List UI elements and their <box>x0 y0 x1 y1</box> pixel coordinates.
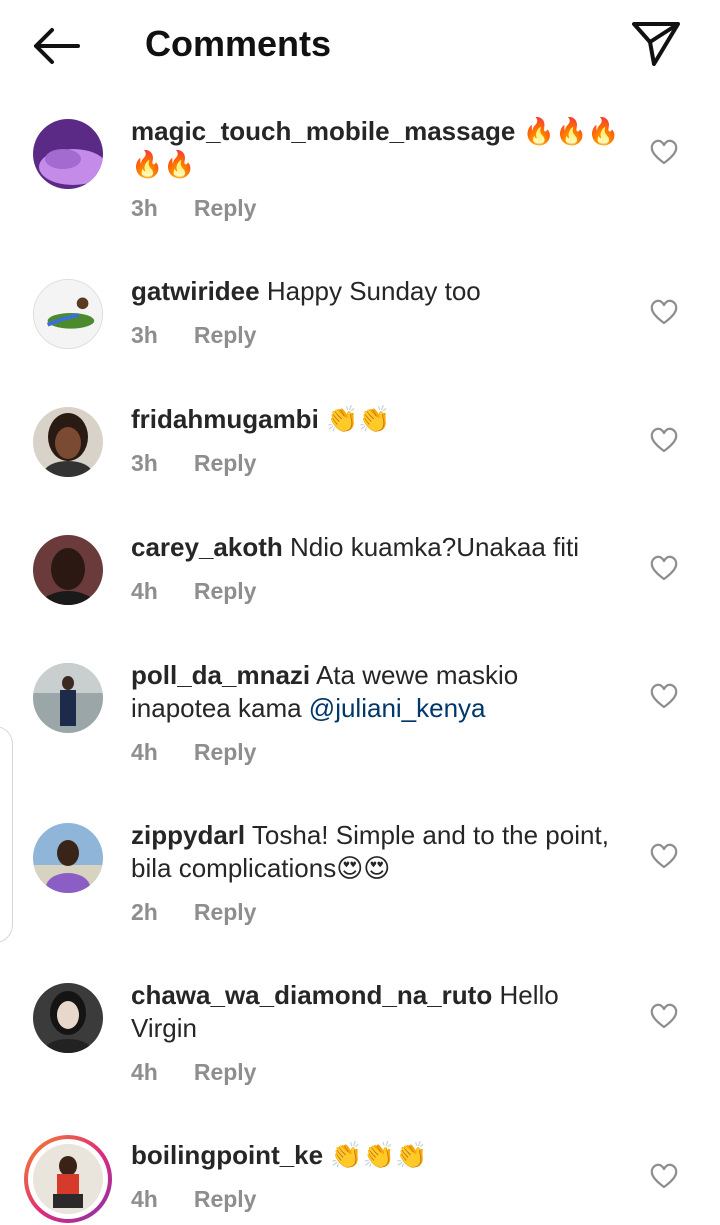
comment-time: 4h <box>131 1186 158 1212</box>
comment-text: 👏👏 <box>326 404 391 434</box>
comment-text: Ndio kuamka?Unakaa fiti <box>290 532 580 562</box>
avatar[interactable] <box>33 663 103 733</box>
comment-time: 3h <box>131 322 158 348</box>
reply-button[interactable]: Reply <box>194 899 257 925</box>
reply-button[interactable]: Reply <box>194 450 257 476</box>
comment-time: 3h <box>131 450 158 476</box>
reply-button[interactable]: Reply <box>194 739 257 765</box>
reply-button[interactable]: Reply <box>194 195 257 221</box>
share-button[interactable] <box>628 18 684 70</box>
arrow-left-icon <box>34 28 80 64</box>
avatar[interactable] <box>33 983 103 1053</box>
edge-panel-handle[interactable] <box>0 726 13 943</box>
comment-username[interactable]: carey_akoth <box>131 532 283 562</box>
comment-time: 4h <box>131 739 158 765</box>
avatar-story-ring[interactable] <box>24 1135 112 1223</box>
avatar[interactable] <box>33 119 103 189</box>
comment-username[interactable]: magic_touch_mobile_massage <box>131 116 515 146</box>
comment-username[interactable]: zippydarl <box>131 820 245 850</box>
comment-time: 4h <box>131 578 158 604</box>
comment-username[interactable]: fridahmugambi <box>131 404 319 434</box>
reply-button[interactable]: Reply <box>194 578 257 604</box>
heart-icon[interactable] <box>650 683 678 709</box>
page-title: Comments <box>145 23 332 64</box>
heart-icon[interactable] <box>650 843 678 869</box>
comment-text: Happy Sunday too <box>266 276 481 306</box>
comment-time: 4h <box>131 1059 158 1085</box>
comment-time: 3h <box>131 195 158 221</box>
comment-username[interactable]: boilingpoint_ke <box>131 1140 323 1170</box>
back-button[interactable] <box>28 22 84 70</box>
reply-button[interactable]: Reply <box>194 1059 257 1085</box>
avatar[interactable] <box>33 407 103 477</box>
paper-plane-icon <box>632 22 680 66</box>
mention-link[interactable]: @juliani_kenya <box>309 693 486 723</box>
avatar[interactable] <box>33 535 103 605</box>
reply-button[interactable]: Reply <box>194 322 257 348</box>
reply-button[interactable]: Reply <box>194 1186 257 1212</box>
header-bar: Comments <box>0 0 720 90</box>
heart-icon[interactable] <box>650 139 678 165</box>
heart-icon[interactable] <box>650 1003 678 1029</box>
comment-text: 👏👏👏 <box>330 1140 428 1170</box>
comment-username[interactable]: gatwiridee <box>131 276 260 306</box>
heart-icon[interactable] <box>650 555 678 581</box>
comment-username[interactable]: chawa_wa_diamond_na_ruto <box>131 980 492 1010</box>
comment-username[interactable]: poll_da_mnazi <box>131 660 310 690</box>
avatar[interactable] <box>33 823 103 893</box>
heart-icon[interactable] <box>650 299 678 325</box>
heart-icon[interactable] <box>650 427 678 453</box>
avatar[interactable] <box>33 279 103 349</box>
comment-time: 2h <box>131 899 158 925</box>
heart-icon[interactable] <box>650 1163 678 1189</box>
